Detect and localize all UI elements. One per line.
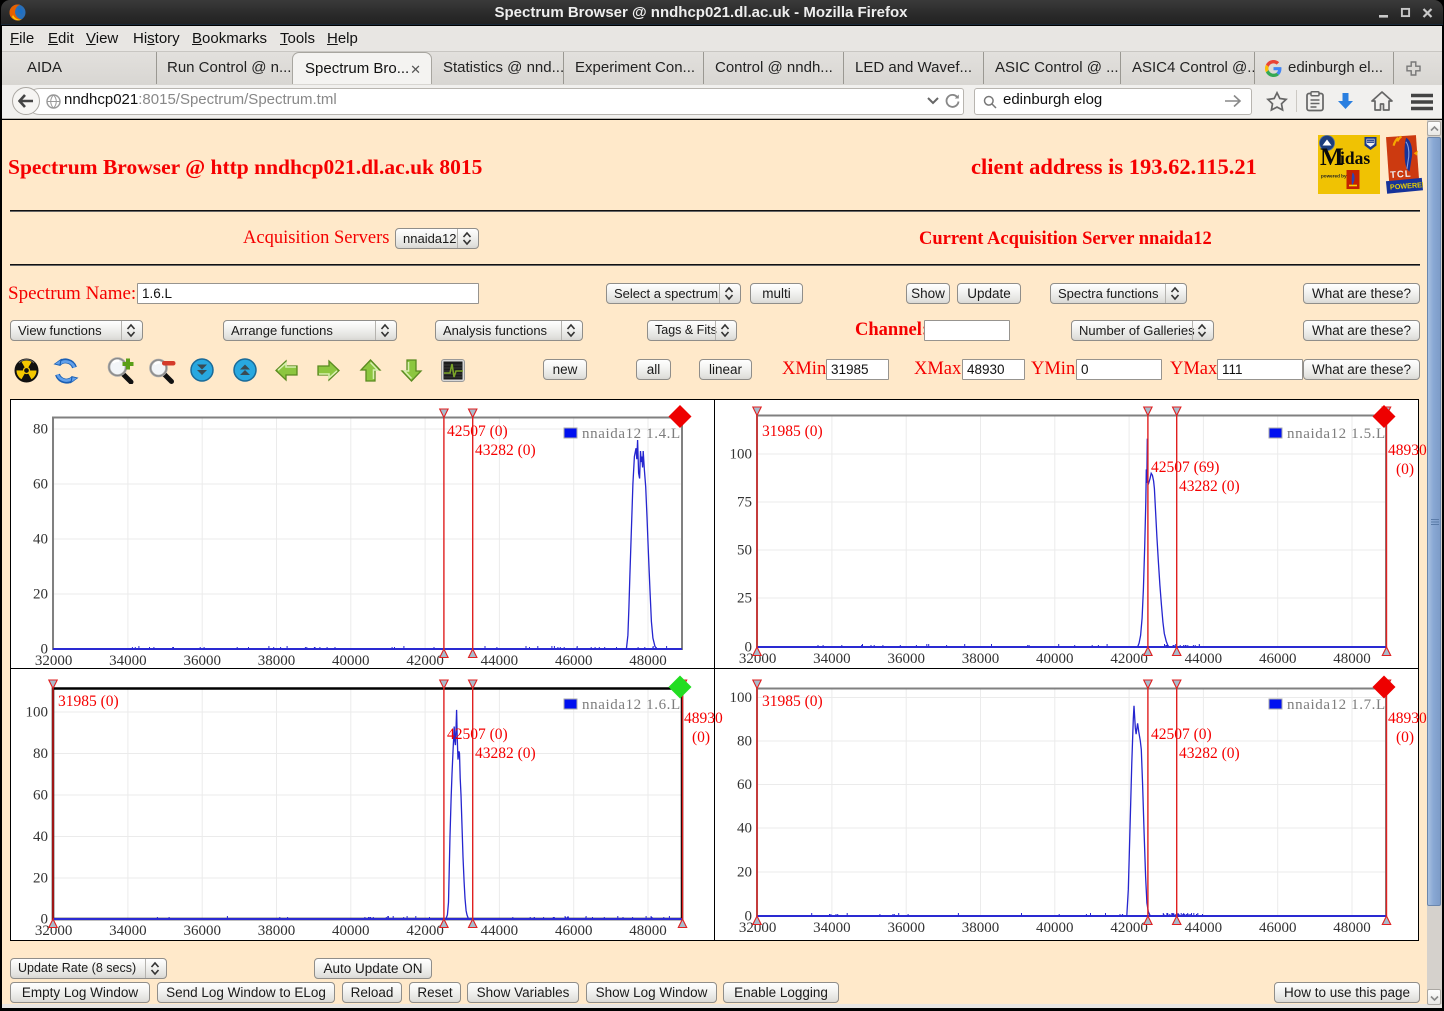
svg-text:40000: 40000 [1036,920,1074,936]
svg-text:48930: 48930 [1388,710,1427,727]
svg-text:60: 60 [737,777,752,793]
svg-text:42000: 42000 [406,653,444,669]
svg-text:48000: 48000 [1333,920,1371,936]
svg-text:20: 20 [33,871,48,887]
svg-text:20: 20 [33,587,48,603]
svg-text:idas: idas [1340,148,1370,168]
svg-text:36000: 36000 [887,920,925,936]
svg-text:46000: 46000 [1259,920,1297,936]
svg-text:48930: 48930 [1388,442,1427,459]
svg-text:42507 (0): 42507 (0) [1151,726,1212,743]
svg-text:80: 80 [33,422,48,438]
svg-text:20: 20 [737,865,752,881]
svg-text:75: 75 [737,495,752,511]
svg-text:48000: 48000 [1333,651,1371,667]
svg-text:46000: 46000 [555,653,593,669]
svg-text:34000: 34000 [813,920,851,936]
svg-text:38000: 38000 [962,920,1000,936]
svg-text:nnaida12 1.5.L: nnaida12 1.5.L [1287,426,1386,442]
svg-text:42507 (0): 42507 (0) [447,423,508,440]
svg-text:43282 (0): 43282 (0) [1179,745,1240,762]
svg-text:nnaida12 1.4.L: nnaida12 1.4.L [582,426,681,442]
svg-text:43282 (0): 43282 (0) [475,442,536,459]
svg-text:44000: 44000 [481,923,519,939]
svg-text:38000: 38000 [258,923,296,939]
svg-text:(0): (0) [692,729,710,746]
svg-text:36000: 36000 [183,923,221,939]
svg-text:100: 100 [730,447,753,463]
svg-text:40: 40 [33,829,48,845]
svg-text:42000: 42000 [1110,920,1148,936]
svg-text:42507 (0): 42507 (0) [447,726,508,743]
svg-text:48000: 48000 [629,653,667,669]
svg-text:44000: 44000 [481,653,519,669]
svg-text:40: 40 [33,532,48,548]
svg-text:43282 (0): 43282 (0) [1179,478,1240,495]
svg-text:44000: 44000 [1185,651,1223,667]
svg-text:80: 80 [737,734,752,750]
svg-text:60: 60 [33,477,48,493]
svg-text:42000: 42000 [1110,651,1148,667]
svg-text:25: 25 [737,591,752,607]
svg-text:powered by: powered by [1321,174,1347,179]
svg-text:36000: 36000 [887,651,925,667]
svg-text:100: 100 [730,690,753,706]
svg-text:42000: 42000 [406,923,444,939]
svg-text:40: 40 [737,821,752,837]
svg-text:nnaida12 1.6.L: nnaida12 1.6.L [582,697,681,713]
svg-text:31985 (0): 31985 (0) [762,423,823,440]
svg-text:43282 (0): 43282 (0) [475,745,536,762]
svg-text:100: 100 [26,705,49,721]
svg-text:38000: 38000 [258,653,296,669]
svg-text:31985 (0): 31985 (0) [58,693,119,710]
svg-text:nnaida12 1.7.L: nnaida12 1.7.L [1287,697,1386,713]
svg-text:32000: 32000 [35,653,73,669]
svg-text:46000: 46000 [555,923,593,939]
svg-text:34000: 34000 [813,651,851,667]
svg-text:36000: 36000 [183,653,221,669]
svg-text:(0): (0) [1396,461,1414,478]
svg-text:34000: 34000 [109,653,147,669]
svg-text:34000: 34000 [109,923,147,939]
svg-text:46000: 46000 [1259,651,1297,667]
svg-text:(0): (0) [1396,729,1414,746]
svg-text:38000: 38000 [962,651,1000,667]
svg-text:50: 50 [737,543,752,559]
svg-text:40000: 40000 [332,653,370,669]
svg-text:80: 80 [33,746,48,762]
svg-text:60: 60 [33,788,48,804]
svg-text:44000: 44000 [1185,920,1223,936]
svg-text:31985 (0): 31985 (0) [762,693,823,710]
svg-text:40000: 40000 [1036,651,1074,667]
svg-text:40000: 40000 [332,923,370,939]
svg-text:42507 (69): 42507 (69) [1151,459,1219,476]
svg-text:48000: 48000 [629,923,667,939]
